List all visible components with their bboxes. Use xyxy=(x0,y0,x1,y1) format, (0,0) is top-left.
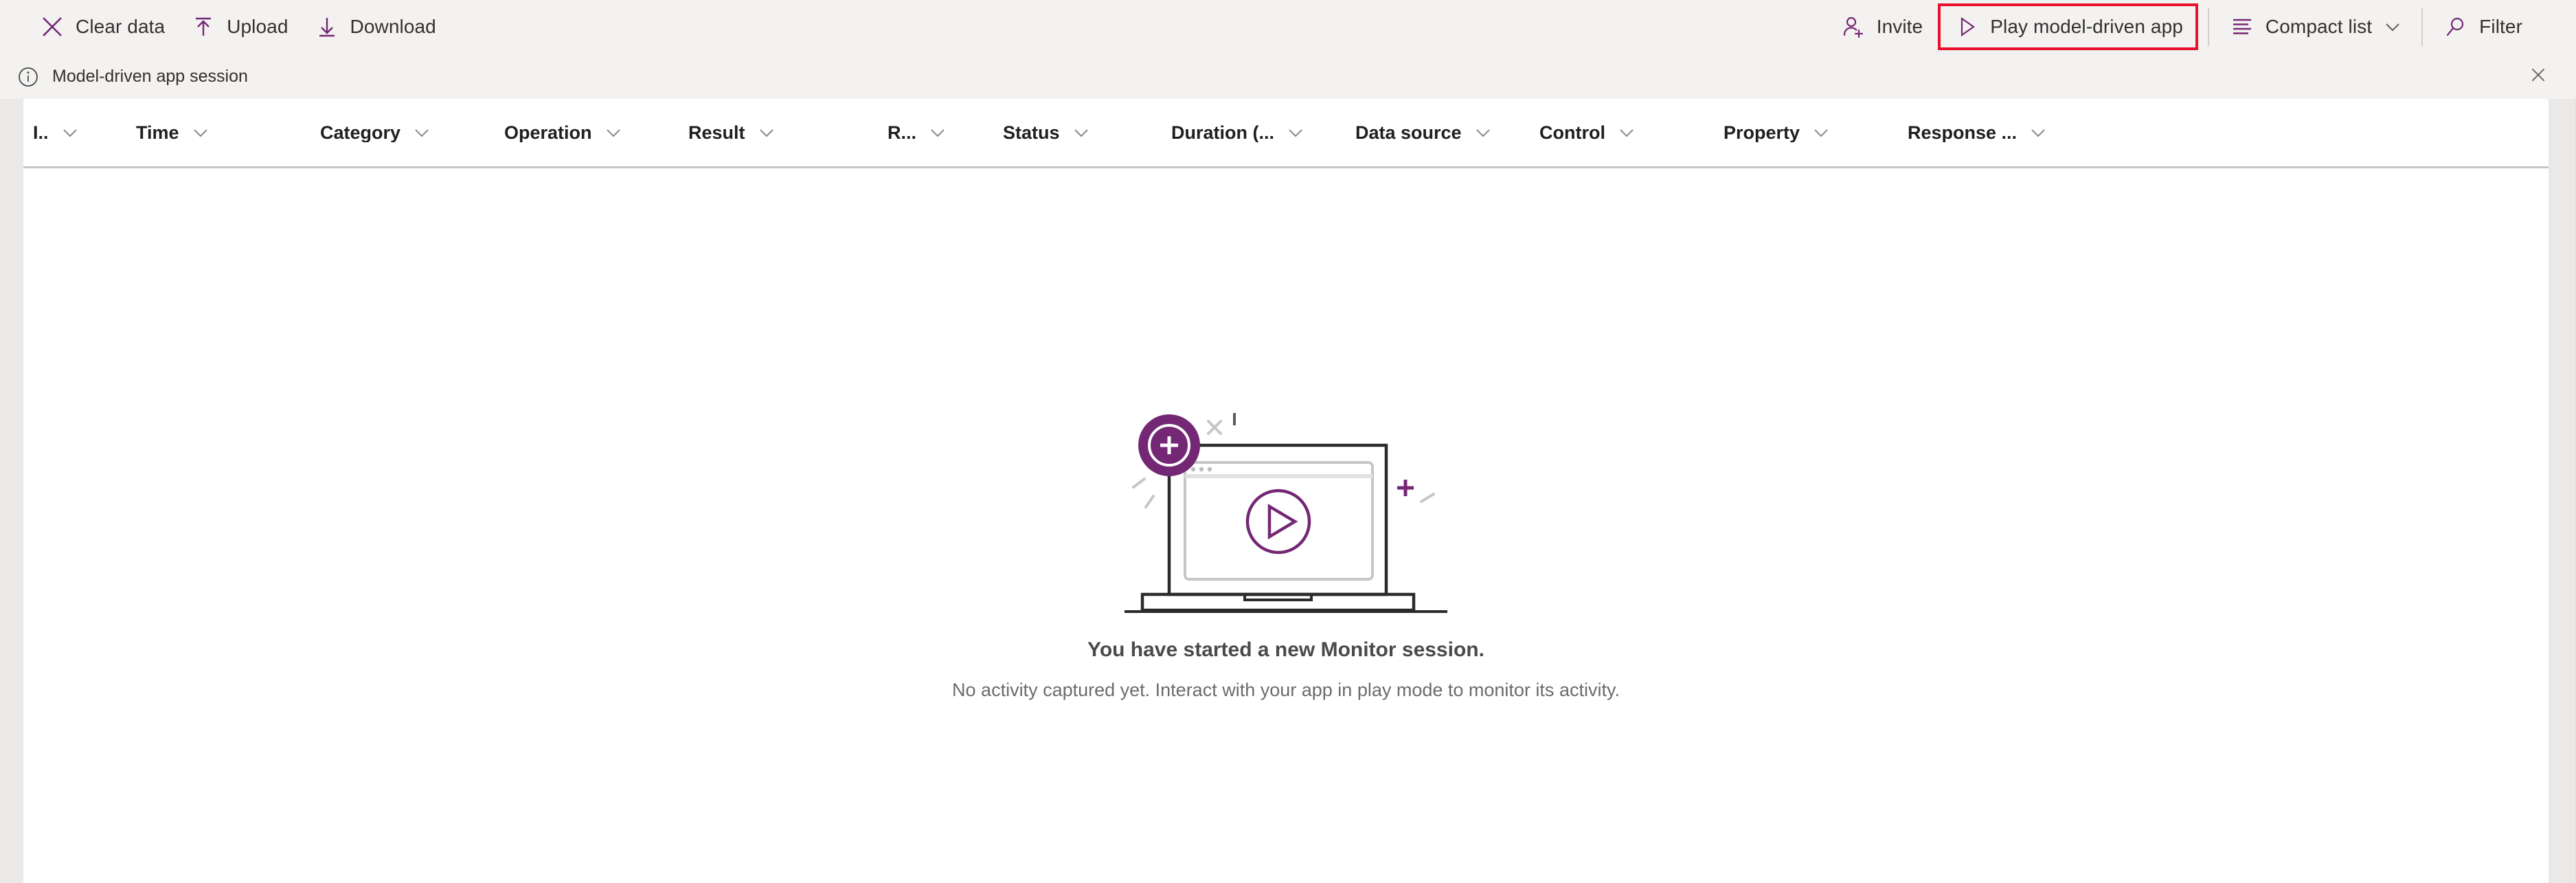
column-header-label: Operation xyxy=(504,123,592,142)
upload-label: Upload xyxy=(227,16,289,37)
empty-state: You have started a new Monitor session. … xyxy=(23,401,2549,700)
column-header-category[interactable]: Category xyxy=(310,99,495,166)
column-header-data-source[interactable]: Data source xyxy=(1346,99,1530,166)
grid-column-header-row: I.. Time Category Operation Result R... Status… xyxy=(23,99,2549,168)
command-bar: Clear data Upload Download Invite Play m… xyxy=(0,0,2576,54)
filter-label: Filter xyxy=(2479,16,2522,37)
column-header-result[interactable]: Result xyxy=(679,99,878,166)
play-model-driven-app-label: Play model-driven app xyxy=(1990,16,2183,37)
upload-button[interactable]: Upload xyxy=(177,0,300,54)
column-header-property[interactable]: Property xyxy=(1714,99,1898,166)
chevron-down-icon xyxy=(2383,17,2402,36)
download-arrow-icon xyxy=(313,13,341,41)
chevron-down-icon[interactable] xyxy=(1616,122,1637,143)
download-label: Download xyxy=(350,16,436,37)
command-bar-divider-2 xyxy=(2421,8,2424,46)
upload-arrow-icon xyxy=(190,13,217,41)
chevron-down-icon[interactable] xyxy=(1285,122,1306,143)
clear-data-label: Clear data xyxy=(76,16,166,37)
chevron-down-icon[interactable] xyxy=(1071,122,1092,143)
column-header-operation[interactable]: Operation xyxy=(495,99,679,166)
column-header-status[interactable]: Status xyxy=(993,99,1162,166)
column-header-duration[interactable]: Duration (... xyxy=(1162,99,1346,166)
close-info-bar-button[interactable] xyxy=(2516,56,2561,98)
compact-list-button[interactable]: Compact list xyxy=(2216,0,2415,54)
chevron-down-icon[interactable] xyxy=(190,122,211,143)
person-add-icon xyxy=(1840,13,1867,41)
column-header-label: Result xyxy=(688,123,745,142)
activity-grid: I.. Time Category Operation Result R... Status… xyxy=(0,99,2576,883)
session-info-content: Model-driven app session xyxy=(0,64,248,90)
grid-right-gutter xyxy=(2549,99,2576,883)
invite-label: Invite xyxy=(1876,16,1923,37)
column-header-label: Property xyxy=(1724,123,1800,142)
column-header-label: Time xyxy=(136,123,179,142)
column-header-control[interactable]: Control xyxy=(1530,99,1714,166)
column-header-r[interactable]: R... xyxy=(878,99,993,166)
chevron-down-icon[interactable] xyxy=(927,122,948,143)
chevron-down-icon[interactable] xyxy=(2028,122,2048,143)
empty-state-subtitle: No activity captured yet. Interact with … xyxy=(952,680,1620,700)
info-circle-icon xyxy=(15,64,41,90)
close-icon xyxy=(2529,65,2548,88)
column-header-label: Response ... xyxy=(1908,123,2018,142)
column-header-label: Data source xyxy=(1355,123,1462,142)
session-info-message: Model-driven app session xyxy=(52,67,248,86)
session-info-bar: Model-driven app session xyxy=(0,54,2576,99)
monitor-app-window: Clear data Upload Download Invite Play m… xyxy=(0,0,2576,883)
compact-list-label: Compact list xyxy=(2265,16,2373,37)
column-header-label: Status xyxy=(1003,123,1060,142)
column-header-i[interactable]: I.. xyxy=(23,99,126,166)
chevron-down-icon[interactable] xyxy=(756,122,777,143)
grid-rows-body: You have started a new Monitor session. … xyxy=(23,168,2549,883)
invite-button[interactable]: Invite xyxy=(1827,0,1936,54)
grid-main-area: I.. Time Category Operation Result R... Status… xyxy=(23,99,2549,883)
chevron-down-icon[interactable] xyxy=(1473,122,1493,143)
filter-button[interactable]: Filter xyxy=(2430,0,2535,54)
clear-data-button[interactable]: Clear data xyxy=(26,0,177,54)
laptop-play-illustration xyxy=(1125,401,1447,627)
column-header-label: Duration (... xyxy=(1171,123,1274,142)
command-bar-divider xyxy=(2207,8,2209,46)
chevron-down-icon[interactable] xyxy=(1811,122,1831,143)
search-magnifier-icon xyxy=(2442,13,2470,41)
column-header-label: I.. xyxy=(33,123,49,142)
download-button[interactable]: Download xyxy=(301,0,449,54)
command-bar-right-group: Invite Play model-driven app Compact lis xyxy=(1827,0,2576,54)
chevron-down-icon[interactable] xyxy=(603,122,624,143)
grid-left-gutter xyxy=(0,99,23,883)
column-header-response[interactable]: Response ... xyxy=(1898,99,2104,166)
close-x-icon xyxy=(38,13,66,41)
command-bar-left-group: Clear data Upload Download xyxy=(0,0,449,54)
column-header-label: Category xyxy=(320,123,401,142)
chevron-down-icon[interactable] xyxy=(411,122,432,143)
empty-state-title: You have started a new Monitor session. xyxy=(1087,638,1484,661)
column-header-label: R... xyxy=(888,123,917,142)
column-header-time[interactable]: Time xyxy=(126,99,310,166)
play-triangle-icon xyxy=(1953,13,1980,41)
chevron-down-icon[interactable] xyxy=(60,122,80,143)
play-model-driven-app-button[interactable]: Play model-driven app xyxy=(1938,3,2198,50)
list-lines-icon xyxy=(2228,13,2256,41)
column-header-label: Control xyxy=(1539,123,1605,142)
